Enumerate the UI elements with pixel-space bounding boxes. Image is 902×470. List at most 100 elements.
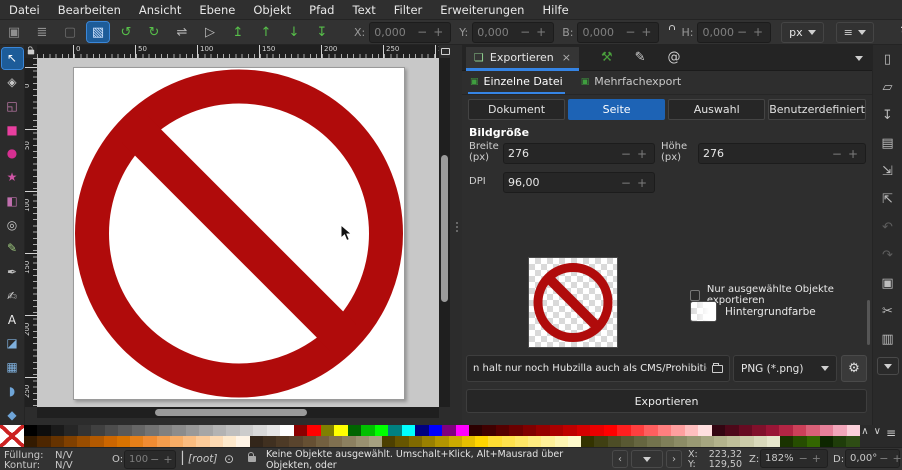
color-swatch[interactable] [429, 425, 442, 436]
h-field[interactable]: 0,000 − + [697, 22, 771, 43]
color-swatch[interactable] [24, 436, 37, 447]
color-swatch[interactable] [833, 425, 846, 436]
color-swatch[interactable] [117, 436, 130, 447]
color-swatch[interactable] [51, 425, 64, 436]
color-swatch[interactable] [847, 425, 860, 436]
color-swatch[interactable] [199, 425, 212, 436]
background-color-swatch[interactable] [690, 301, 717, 322]
folder-icon[interactable] [712, 365, 723, 373]
area-seite-button[interactable]: Seite [568, 99, 665, 120]
color-swatch[interactable] [634, 436, 647, 447]
gradient-tool[interactable]: ◪ [2, 333, 23, 354]
color-swatch[interactable] [550, 425, 563, 436]
vertical-scrollbar[interactable] [439, 58, 450, 407]
color-swatch[interactable] [294, 425, 307, 436]
color-swatch[interactable] [698, 425, 711, 436]
color-swatch[interactable] [118, 425, 131, 436]
menu-item[interactable]: Pfad [300, 1, 343, 19]
color-swatch[interactable] [186, 425, 199, 436]
color-swatch[interactable] [348, 425, 361, 436]
swirl-dialog-icon[interactable]: @ [668, 50, 681, 65]
menu-item[interactable]: Ebene [190, 1, 244, 19]
horizontal-scrollbar[interactable] [37, 407, 439, 418]
color-swatch[interactable] [739, 425, 752, 436]
increment-button[interactable]: + [750, 25, 766, 39]
color-swatch[interactable] [661, 436, 674, 447]
color-swatch[interactable] [223, 436, 236, 447]
decrement-button[interactable]: − [414, 25, 430, 39]
color-swatch[interactable] [170, 436, 183, 447]
color-swatch[interactable] [267, 425, 280, 436]
color-swatch[interactable] [725, 425, 738, 436]
palette-prev-button[interactable]: ‹ [612, 450, 628, 468]
color-swatch[interactable] [24, 425, 37, 436]
menu-item[interactable]: Bearbeiten [49, 1, 130, 19]
color-swatch[interactable] [536, 425, 549, 436]
color-swatch[interactable] [415, 425, 428, 436]
display-mode-icon[interactable] [439, 45, 452, 58]
color-swatch[interactable] [145, 425, 158, 436]
decrement-button[interactable]: − [618, 147, 634, 161]
increment-button[interactable]: + [890, 452, 902, 465]
color-swatch[interactable] [577, 425, 590, 436]
color-swatch[interactable] [647, 436, 660, 447]
pen-tool[interactable]: ✒ [2, 262, 23, 283]
color-swatch[interactable] [685, 425, 698, 436]
color-swatch[interactable] [77, 436, 90, 447]
pencil-tool[interactable]: ✎ [2, 238, 23, 259]
open-document-icon[interactable]: ▱ [877, 77, 899, 98]
color-swatch[interactable] [157, 436, 170, 447]
flip-vertical-icon[interactable]: ▷ [199, 22, 221, 42]
checkbox[interactable] [690, 290, 700, 301]
dropper-tool[interactable]: ◗ [2, 381, 23, 402]
text-tool[interactable]: A [2, 309, 23, 330]
color-swatch[interactable] [90, 436, 103, 447]
color-swatch[interactable] [388, 425, 401, 436]
palette-next-button[interactable]: › [666, 450, 682, 468]
color-swatch[interactable] [523, 425, 536, 436]
prohibition-sign-drawing[interactable] [74, 68, 404, 399]
color-swatch[interactable] [644, 425, 657, 436]
calligraphy-tool[interactable]: ✍ [2, 286, 23, 307]
increment-button[interactable]: + [810, 452, 823, 465]
color-swatch[interactable] [482, 425, 495, 436]
paint-bucket-tool[interactable]: ◆ [2, 404, 23, 425]
color-swatch[interactable] [250, 436, 263, 447]
color-swatch[interactable] [210, 436, 223, 447]
color-swatch[interactable] [658, 425, 671, 436]
color-swatch[interactable] [714, 436, 727, 447]
menu-item[interactable]: Objekt [244, 1, 300, 19]
color-swatch[interactable] [515, 436, 528, 447]
unit-dropdown[interactable]: px [781, 22, 824, 43]
new-document-icon[interactable]: ▯ [877, 49, 899, 70]
decrement-button[interactable]: − [797, 452, 810, 465]
color-swatch[interactable] [793, 436, 806, 447]
decrement-button[interactable]: − [829, 147, 845, 161]
select-all-layers-icon[interactable]: ≣ [31, 22, 53, 42]
color-swatch[interactable] [496, 425, 509, 436]
color-swatch[interactable] [509, 425, 522, 436]
rotate-ccw-icon[interactable]: ↺ [115, 22, 137, 42]
color-swatch[interactable] [361, 425, 374, 436]
color-swatch[interactable] [316, 436, 329, 447]
color-swatch[interactable] [289, 436, 302, 447]
color-swatch[interactable] [621, 436, 634, 447]
increment-button[interactable]: + [638, 25, 654, 39]
color-swatch[interactable] [604, 425, 617, 436]
spiral-tool[interactable]: ◎ [2, 214, 23, 235]
save-document-icon[interactable]: ↧ [877, 105, 899, 126]
commandbar-more-button[interactable] [877, 357, 899, 375]
palette-select-dropdown[interactable] [631, 450, 663, 468]
select-all-icon[interactable]: ▣ [3, 22, 25, 42]
color-swatch[interactable] [456, 425, 469, 436]
color-swatch[interactable] [779, 425, 792, 436]
color-swatch[interactable] [104, 436, 117, 447]
raise-to-top-icon[interactable]: ↥ [227, 22, 249, 42]
menu-item[interactable]: Filter [385, 1, 431, 19]
cut-icon[interactable]: ✂ [877, 301, 899, 322]
color-swatch[interactable] [253, 425, 266, 436]
dpi-input[interactable]: 96,00 − + [503, 172, 655, 193]
format-settings-button[interactable]: ⚙ [841, 355, 867, 382]
layer-lock-icon[interactable] [248, 456, 256, 462]
color-swatch[interactable] [766, 425, 779, 436]
